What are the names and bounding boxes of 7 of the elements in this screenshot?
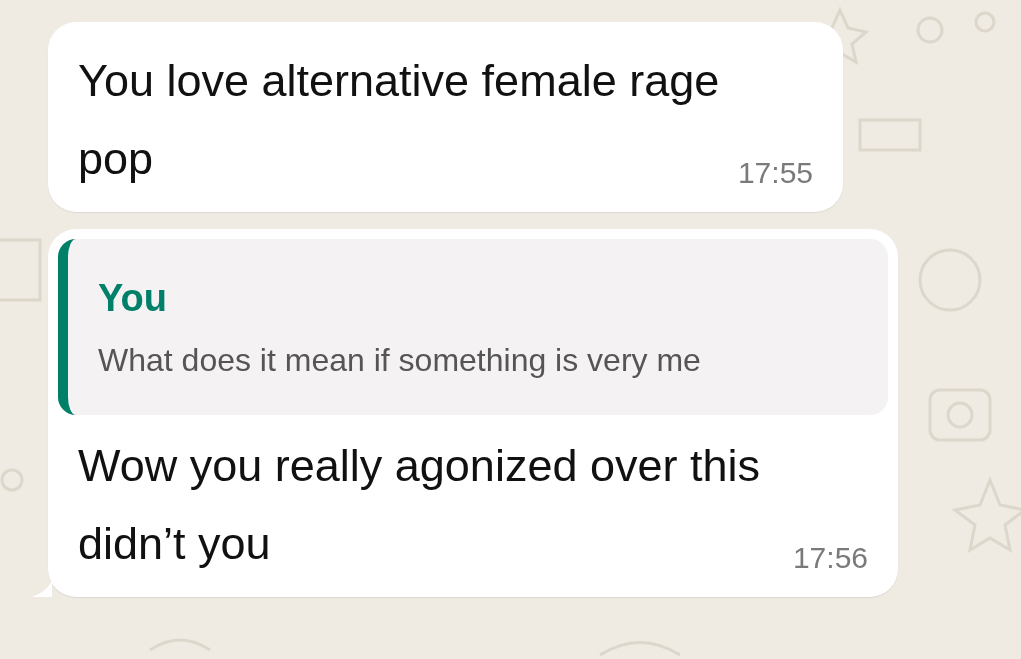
message-text: You love alternative female rage pop — [78, 54, 721, 186]
quote-text: What does it mean if something is very me — [98, 342, 701, 379]
message-text: Wow you really agonized over this didn’t you — [78, 439, 761, 571]
message-time: 17:56 — [792, 541, 868, 575]
quoted-message[interactable]: You What does it mean if something is very me — [58, 239, 888, 415]
message-time: 17:55 — [737, 156, 813, 190]
quote-author: You — [98, 277, 167, 320]
